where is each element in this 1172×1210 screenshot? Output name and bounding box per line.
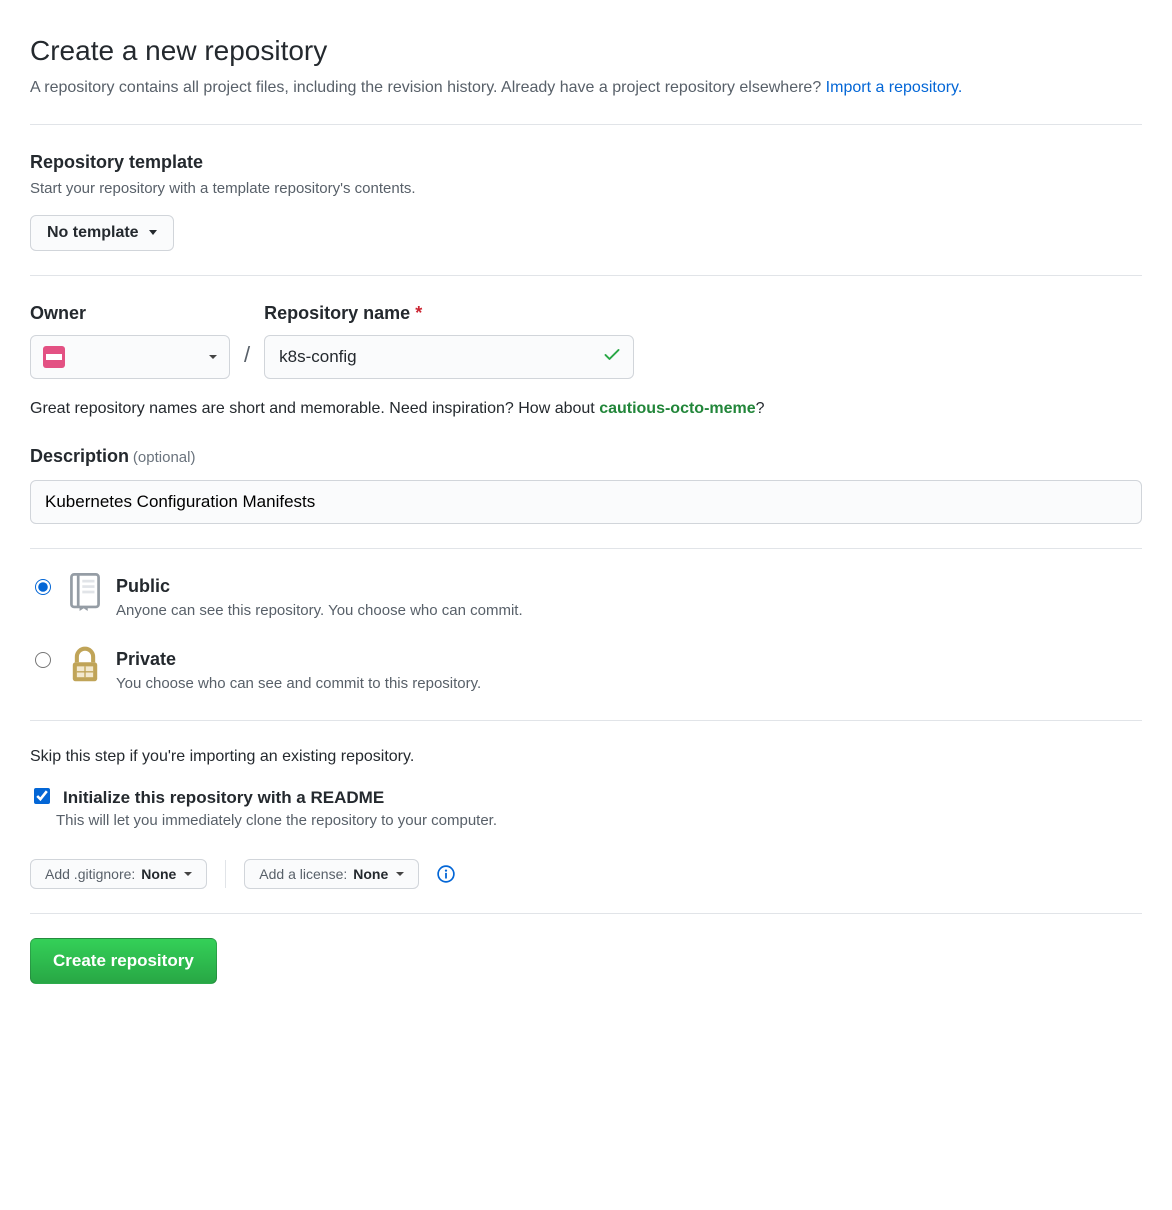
slash-separator: / [244, 338, 250, 371]
repo-public-icon [68, 573, 102, 611]
name-suggestion-link[interactable]: cautious-octo-meme [599, 400, 755, 417]
repository-name-input[interactable] [264, 335, 634, 379]
template-selected-label: No template [47, 224, 139, 242]
divider [30, 548, 1142, 549]
divider [30, 720, 1142, 721]
template-select-button[interactable]: No template [30, 215, 174, 251]
info-icon[interactable] [437, 865, 455, 883]
caret-down-icon [184, 872, 192, 876]
avatar [43, 346, 65, 368]
owner-select-button[interactable] [30, 335, 230, 379]
readme-label: Initialize this repository with a README [63, 785, 384, 811]
private-radio[interactable] [35, 652, 51, 668]
public-radio[interactable] [35, 579, 51, 595]
public-desc: Anyone can see this repository. You choo… [116, 600, 523, 623]
name-hint: Great repository names are short and mem… [30, 397, 1142, 421]
public-title: Public [116, 573, 523, 600]
readme-desc: This will let you immediately clone the … [56, 810, 1142, 833]
vertical-divider [225, 860, 226, 888]
visibility-public-option[interactable]: Public Anyone can see this repository. Y… [30, 573, 1142, 623]
caret-down-icon [209, 355, 217, 359]
divider [30, 275, 1142, 276]
lock-icon [68, 646, 102, 684]
divider [30, 124, 1142, 125]
optional-label: (optional) [133, 449, 196, 466]
skip-note: Skip this step if you're importing an ex… [30, 745, 1142, 769]
owner-label: Owner [30, 300, 230, 327]
import-repository-link[interactable]: Import a repository. [826, 79, 963, 96]
visibility-private-option[interactable]: Private You choose who can see and commi… [30, 646, 1142, 696]
caret-down-icon [396, 872, 404, 876]
create-repository-button[interactable]: Create repository [30, 938, 217, 984]
divider [30, 913, 1142, 914]
template-heading: Repository template [30, 149, 1142, 176]
page-subtitle: A repository contains all project files,… [30, 76, 1142, 100]
readme-checkbox[interactable] [34, 788, 50, 804]
private-desc: You choose who can see and commit to thi… [116, 673, 481, 696]
private-title: Private [116, 646, 481, 673]
caret-down-icon [149, 230, 157, 235]
page-title: Create a new repository [30, 30, 1142, 72]
description-label: Description [30, 446, 129, 466]
template-sub: Start your repository with a template re… [30, 178, 1142, 201]
license-select-button[interactable]: Add a license: None [244, 859, 419, 889]
subtitle-text: A repository contains all project files,… [30, 79, 826, 96]
gitignore-select-button[interactable]: Add .gitignore: None [30, 859, 207, 889]
repo-name-label: Repository name * [264, 300, 634, 327]
check-icon [602, 344, 622, 370]
description-input[interactable] [30, 480, 1142, 524]
required-mark: * [415, 303, 422, 323]
